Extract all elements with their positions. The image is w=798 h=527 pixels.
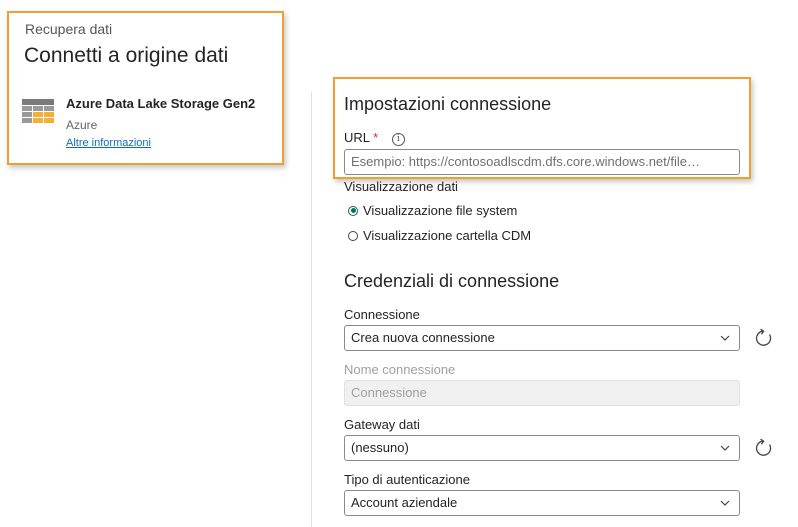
url-input[interactable]: Esempio: https://contosoadlscdm.dfs.core… xyxy=(344,149,740,175)
credentials-title: Credenziali di connessione xyxy=(344,271,560,291)
gateway-dropdown[interactable]: (nessuno) xyxy=(344,435,740,461)
refresh-icon[interactable] xyxy=(754,328,774,348)
connection-settings-title: Impostazioni connessione xyxy=(344,94,552,114)
auth-type-label: Tipo di autenticazione xyxy=(344,472,470,487)
refresh-icon[interactable] xyxy=(754,438,774,458)
radio-cdm-folder-view[interactable]: Visualizzazione cartella CDM xyxy=(348,228,531,243)
connection-dropdown[interactable]: Crea nuova connessione xyxy=(344,325,740,351)
url-label: URL * i xyxy=(344,130,405,146)
panel-divider xyxy=(311,92,312,527)
url-placeholder: Esempio: https://contosoadlscdm.dfs.core… xyxy=(351,154,700,169)
connector-name: Azure Data Lake Storage Gen2 xyxy=(66,96,256,111)
info-icon[interactable]: i xyxy=(391,133,405,146)
table-grid-icon xyxy=(22,99,54,125)
required-marker: * xyxy=(373,130,379,145)
chevron-down-icon xyxy=(720,445,730,451)
connector-category: Azure xyxy=(66,118,98,132)
page-title: Connetti a origine dati xyxy=(24,44,229,67)
radio-button-unchecked[interactable] xyxy=(348,230,358,241)
radio-button-checked[interactable] xyxy=(348,205,358,216)
auth-type-dropdown[interactable]: Account aziendale xyxy=(344,490,740,516)
chevron-down-icon xyxy=(720,335,730,341)
connection-name-input: Connessione xyxy=(344,380,740,406)
connection-label: Connessione xyxy=(344,307,420,322)
data-view-label: Visualizzazione dati xyxy=(344,179,458,194)
radio-file-system-view[interactable]: Visualizzazione file system xyxy=(348,203,517,218)
breadcrumb: Recupera dati xyxy=(25,21,113,37)
connection-name-label: Nome connessione xyxy=(344,362,456,377)
chevron-down-icon xyxy=(720,500,730,506)
more-info-link[interactable]: Altre informazioni xyxy=(66,137,151,149)
gateway-label: Gateway dati xyxy=(344,417,420,432)
